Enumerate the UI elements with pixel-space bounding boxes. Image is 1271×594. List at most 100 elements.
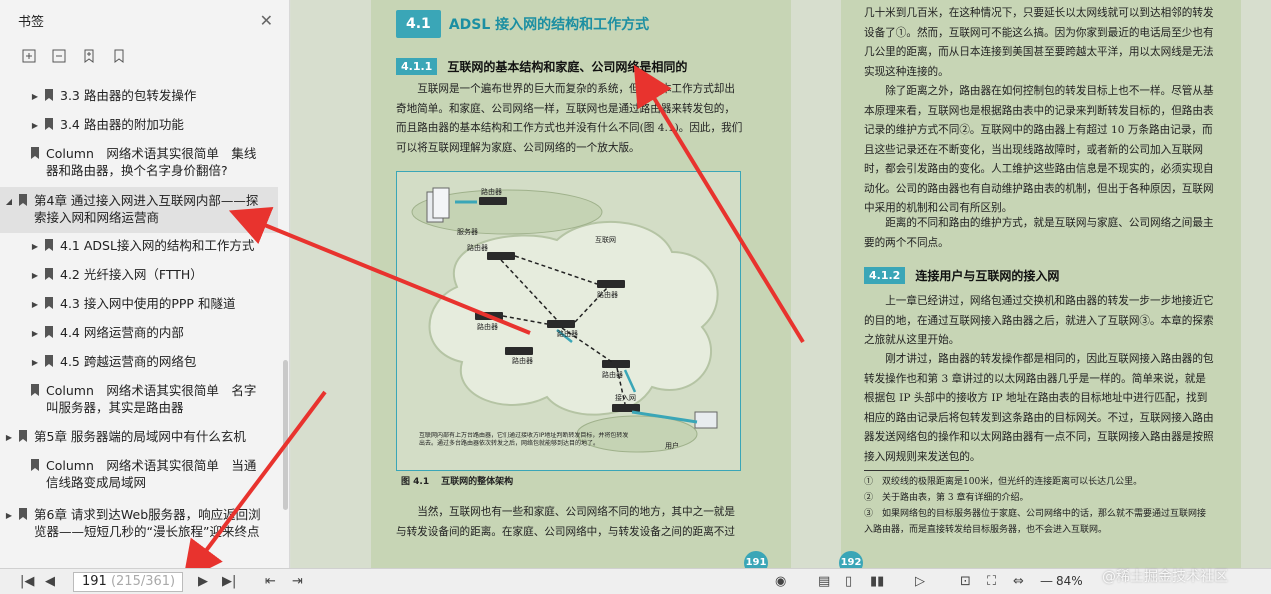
- zoom-level[interactable]: 84%: [1056, 574, 1083, 588]
- bookmark-label: 第6章 请求到达Web服务器，响应返回浏览器——短短几秒的“漫长旅程”迎来终点: [34, 507, 261, 539]
- zoom-out-icon[interactable]: —: [1040, 574, 1053, 590]
- bookmark-label: Column 网络术语其实很简单 集线器和路由器，换个名字身价翻倍?: [46, 146, 257, 178]
- expand-arrow-icon[interactable]: ▶: [30, 237, 40, 255]
- user-label: 用户: [665, 441, 679, 450]
- close-icon[interactable]: ✕: [260, 11, 273, 30]
- eye-icon[interactable]: ◉: [775, 574, 786, 590]
- bookmark-label: 3.4 路由器的附加功能: [60, 117, 184, 132]
- current-page: 191: [82, 574, 107, 589]
- bookmark-item[interactable]: ▶ 4.3 接入网中使用的PPP 和隧道: [0, 295, 278, 313]
- bookmark-icon: [45, 89, 53, 101]
- next-page-icon[interactable]: ▶: [198, 574, 208, 590]
- section-heading: 4.1 ADSL 接入网的结构和工作方式: [396, 10, 649, 38]
- bookmark-icon: [45, 326, 53, 338]
- actual-size-icon[interactable]: ⊡: [960, 574, 971, 590]
- paragraph: 距离的不同和路由的维护方式，就是互联网与家庭、公司网络之间最主要的两个不同点。: [864, 217, 1214, 249]
- collapse-all-icon[interactable]: [50, 47, 68, 65]
- bookmark-icon[interactable]: [110, 47, 128, 65]
- footnote: ① 双绞线的极限距离是100米，但光纤的连接距离可以长达几公里。: [864, 477, 1143, 487]
- back-icon[interactable]: ⇤: [265, 574, 276, 590]
- bookmark-item[interactable]: Column 网络术语其实很简单 集线器和路由器，换个名字身价翻倍?: [0, 145, 278, 179]
- page-input[interactable]: 191 (215/361): [73, 572, 183, 592]
- internet-label: 互联网: [595, 235, 616, 244]
- router-label: 路由器: [467, 243, 488, 252]
- paragraph: 除了距离之外，路由器在如何控制包的转发目标上也不一样。尽管从基本原理来看，互联网…: [864, 85, 1214, 214]
- first-page-icon[interactable]: |◀: [20, 574, 34, 590]
- bookmark-item[interactable]: ▶ 4.4 网络运营商的内部: [0, 324, 278, 342]
- bookmark-icon: [45, 268, 53, 280]
- paragraph: 当然，互联网也有一些和家庭、公司网络不同的地方，其中之一就是与转发设备间的距离。…: [396, 506, 735, 538]
- two-page-icon[interactable]: ▮▮: [870, 574, 884, 590]
- bookmarks-panel: 书签 ✕ ▶ 3.3 路由器的包转发操作 ▶ 3.4 路由器的附加功能 Colu…: [0, 0, 290, 568]
- bookmarks-title: 书签: [18, 14, 45, 30]
- bookmark-label: 4.3 接入网中使用的PPP 和隧道: [60, 296, 236, 311]
- bookmark-icon: [19, 430, 27, 442]
- bookmark-item[interactable]: ▶ 3.4 路由器的附加功能: [0, 116, 278, 134]
- figure-caption: 图 4.1 互联网的整体架构: [401, 474, 513, 487]
- footnote: ③ 如果网络包的目标服务器位于家庭、公司网络中的话，那么就不需要通过互联网接入路…: [864, 509, 1207, 535]
- subsection-title: 连接用户与互联网的接入网: [915, 269, 1060, 283]
- page-count: (215/361): [110, 574, 176, 589]
- expand-arrow-icon[interactable]: ▶: [30, 324, 40, 342]
- forward-icon[interactable]: ⇥: [292, 574, 303, 590]
- bookmark-icon: [45, 239, 53, 251]
- expand-arrow-icon[interactable]: ▶: [4, 506, 14, 524]
- prev-page-icon[interactable]: ◀: [45, 574, 55, 590]
- subsection-title: 互联网的基本结构和家庭、公司网络是相同的: [447, 60, 688, 74]
- router-label: 路由器: [481, 187, 502, 196]
- bottom-toolbar: |◀ ◀ 191 (215/361) ▶ ▶| ⇤ ⇥ ◉ ▤ ▯ ▮▮ ▷ ⊡…: [0, 568, 1271, 594]
- router-label: 路由器: [477, 322, 498, 331]
- bookmark-item-selected[interactable]: ◢ 第4章 通过接入网进入互联网内部——探索接入网和网络运营商: [0, 187, 278, 233]
- bookmark-item[interactable]: Column 网络术语其实很简单 名字叫服务器，其实是路由器: [0, 382, 278, 416]
- paragraph: 互联网是一个遍布世界的巨大而复杂的系统，但其基本工作方式却出奇地简单。和家庭、公…: [396, 83, 743, 154]
- collapse-arrow-icon[interactable]: ◢: [4, 192, 14, 210]
- bookmarks-toolbar: [0, 40, 289, 72]
- bookmarks-header: 书签 ✕: [0, 0, 289, 40]
- bookmark-label: 第5章 服务器端的局域网中有什么玄机: [34, 429, 246, 444]
- fit-page-icon[interactable]: ⛶: [987, 574, 996, 590]
- last-page-icon[interactable]: ▶|: [222, 574, 236, 590]
- bookmark-icon: [31, 384, 39, 396]
- bookmark-item[interactable]: ▶ 4.2 光纤接入网（FTTH）: [0, 266, 278, 284]
- play-icon[interactable]: ▷: [915, 574, 925, 590]
- bookmark-icon: [45, 118, 53, 130]
- bookmark-item[interactable]: ▶ 4.1 ADSL接入网的结构和工作方式: [0, 237, 278, 255]
- sidebar-scrollbar[interactable]: [283, 360, 288, 510]
- paragraph: 几十米到几百米，在这种情况下，只要延长以太网线就可以到达相邻的转发设备了①。然而…: [864, 7, 1214, 78]
- bookmark-icon: [19, 508, 27, 520]
- expand-arrow-icon[interactable]: ▶: [30, 116, 40, 134]
- bookmark-label: Column 网络术语其实很简单 当通信线路变成局域网: [46, 458, 257, 490]
- bookmark-label: Column 网络术语其实很简单 名字叫服务器，其实是路由器: [46, 383, 257, 415]
- subsection-badge: 4.1.2: [864, 267, 906, 284]
- bookmark-item[interactable]: Column 网络术语其实很简单 当通信线路变成局域网: [0, 457, 278, 491]
- figure-caption-text: 互联网的整体架构: [441, 477, 514, 487]
- bookmark-item[interactable]: ▶ 第5章 服务器端的局域网中有什么玄机: [0, 428, 278, 446]
- expand-arrow-icon[interactable]: ▶: [30, 87, 40, 105]
- page-number: 192: [839, 551, 863, 568]
- router-label: 路由器: [512, 356, 533, 365]
- expand-arrow-icon[interactable]: ▶: [30, 295, 40, 313]
- page-191: 4.1 ADSL 接入网的结构和工作方式 4.1.1 互联网的基本结构和家庭、公…: [371, 0, 791, 568]
- footnote-divider: [864, 470, 969, 471]
- bookmark-label: 3.3 路由器的包转发操作: [60, 88, 197, 103]
- section-title: ADSL 接入网的结构和工作方式: [448, 17, 650, 33]
- fit-width-icon[interactable]: ⇔: [1013, 574, 1024, 590]
- watermark: @稀土掘金技术社区: [1102, 569, 1228, 585]
- paragraph: 上一章已经讲过，网络包通过交换机和路由器的转发一步一步地接近它的目的地，在通过互…: [864, 295, 1214, 346]
- bookmark-item[interactable]: ▶ 第6章 请求到达Web服务器，响应返回浏览器——短短几秒的“漫长旅程”迎来终…: [0, 506, 278, 540]
- expand-arrow-icon[interactable]: ▶: [30, 353, 40, 371]
- bookmark-icon: [45, 355, 53, 367]
- bookmark-item[interactable]: ▶ 3.3 路由器的包转发操作: [0, 87, 278, 105]
- subsection-heading: 4.1.2 连接用户与互联网的接入网: [864, 267, 1059, 284]
- expand-arrow-icon[interactable]: ▶: [30, 266, 40, 284]
- paragraph: 刚才讲过，路由器的转发操作都是相同的，因此互联网接入路由器的包转发操作也和第 3…: [864, 353, 1214, 463]
- footnote: ② 关于路由表，第 3 章有详细的介绍。: [864, 493, 1029, 503]
- continuous-view-icon[interactable]: ▤: [818, 574, 830, 590]
- bookmark-icon: [45, 297, 53, 309]
- expand-all-icon[interactable]: [20, 47, 38, 65]
- page-number: 191: [744, 551, 768, 568]
- single-page-icon[interactable]: ▯: [845, 574, 852, 590]
- add-bookmark-icon[interactable]: [80, 47, 98, 65]
- bookmark-item[interactable]: ▶ 4.5 跨越运营商的网络包: [0, 353, 278, 371]
- expand-arrow-icon[interactable]: ▶: [4, 428, 14, 446]
